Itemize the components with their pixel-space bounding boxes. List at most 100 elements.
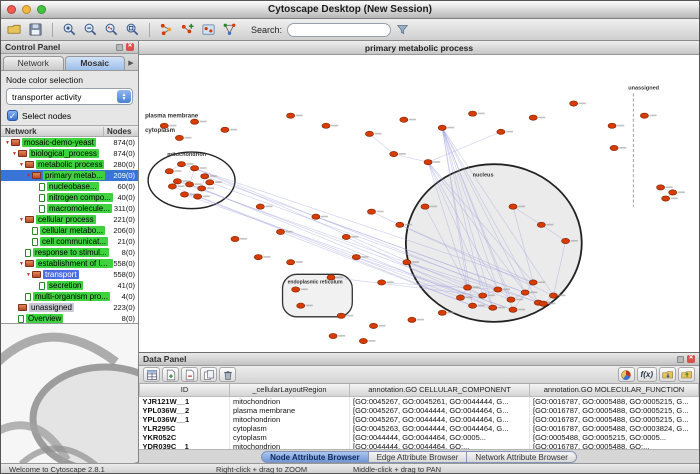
- import-attributes-button[interactable]: [659, 367, 676, 382]
- search-input[interactable]: [287, 23, 391, 37]
- node-color-dropdown[interactable]: transporter activity ▲▼: [6, 88, 133, 105]
- network-node[interactable]: [497, 129, 505, 134]
- network-node[interactable]: [256, 204, 264, 209]
- open-session-button[interactable]: [5, 20, 24, 39]
- network-node[interactable]: [669, 190, 677, 195]
- table-row[interactable]: YLR295Ccytoplasm[GO:0045263, GO:0044444,…: [140, 424, 699, 433]
- network-node[interactable]: [507, 297, 515, 302]
- network-node[interactable]: [456, 295, 464, 300]
- attribute-table-header-row[interactable]: ID _cellularLayoutRegion annotation.GO C…: [140, 384, 699, 396]
- first-neighbors-button[interactable]: [157, 20, 176, 39]
- tree-expander-icon[interactable]: ▼: [18, 217, 25, 223]
- tree-row[interactable]: response to stimul...8(0): [1, 247, 138, 258]
- network-node[interactable]: [562, 238, 570, 243]
- network-node[interactable]: [254, 255, 262, 260]
- network-node[interactable]: [276, 229, 284, 234]
- network-node[interactable]: [369, 323, 377, 328]
- search-options-button[interactable]: [393, 20, 412, 39]
- network-node[interactable]: [390, 151, 398, 156]
- zoom-out-button[interactable]: [81, 20, 100, 39]
- network-node[interactable]: [424, 160, 432, 165]
- network-node[interactable]: [206, 180, 214, 185]
- network-node[interactable]: [287, 113, 295, 118]
- tree-row[interactable]: Overview8(0): [1, 313, 138, 323]
- network-node[interactable]: [365, 131, 373, 136]
- network-node[interactable]: [177, 162, 185, 167]
- network-node[interactable]: [342, 234, 350, 239]
- network-node[interactable]: [367, 209, 375, 214]
- network-node[interactable]: [463, 285, 471, 290]
- tab-network[interactable]: Network: [3, 56, 64, 70]
- tree-row[interactable]: ▼metabolic process280(0): [1, 159, 138, 170]
- tree-expander-icon[interactable]: ▼: [11, 151, 18, 157]
- network-node[interactable]: [231, 236, 239, 241]
- delete-attribute-button[interactable]: [181, 367, 198, 382]
- network-node[interactable]: [180, 192, 188, 197]
- network-node[interactable]: [509, 307, 517, 312]
- tab-edge-attribute-browser[interactable]: Edge Attribute Browser: [369, 451, 468, 463]
- zoom-fit-button[interactable]: [123, 20, 142, 39]
- tree-column-headers[interactable]: Network Nodes: [1, 125, 138, 137]
- select-attributes-button[interactable]: [143, 367, 160, 382]
- close-window-button[interactable]: [7, 5, 16, 14]
- tree-row[interactable]: macromolecule...311(0): [1, 203, 138, 214]
- network-node[interactable]: [421, 204, 429, 209]
- tree-row[interactable]: cell communicat...21(0): [1, 236, 138, 247]
- network-edge[interactable]: [369, 134, 393, 154]
- formula-builder-button[interactable]: f(x): [637, 367, 657, 382]
- network-node[interactable]: [312, 214, 320, 219]
- network-node[interactable]: [337, 313, 345, 318]
- network-node[interactable]: [396, 222, 404, 227]
- network-node[interactable]: [640, 113, 648, 118]
- network-node[interactable]: [521, 290, 529, 295]
- network-node[interactable]: [378, 280, 386, 285]
- network-node[interactable]: [408, 317, 416, 322]
- network-node[interactable]: [529, 280, 537, 285]
- network-node[interactable]: [175, 135, 183, 140]
- network-node[interactable]: [198, 186, 206, 191]
- tree-expander-icon[interactable]: ▼: [18, 162, 25, 168]
- tree-row[interactable]: ▼transport558(0): [1, 269, 138, 280]
- network-node[interactable]: [438, 310, 446, 315]
- tree-expander-icon[interactable]: ▼: [25, 173, 32, 179]
- select-nodes-checkbox[interactable]: ✓: [7, 110, 18, 121]
- network-node[interactable]: [570, 101, 578, 106]
- network-node[interactable]: [469, 111, 477, 116]
- network-node[interactable]: [489, 305, 497, 310]
- duplicate-attribute-button[interactable]: [200, 367, 217, 382]
- export-attributes-button[interactable]: [678, 367, 695, 382]
- tab-scroll-right-button[interactable]: ▶: [126, 57, 136, 70]
- network-node[interactable]: [539, 301, 547, 306]
- tree-row[interactable]: secretion41(0): [1, 280, 138, 291]
- float-panel-icon[interactable]: [116, 44, 123, 51]
- tree-row[interactable]: nitrogen compo...40(0): [1, 192, 138, 203]
- network-node[interactable]: [610, 145, 618, 150]
- network-node[interactable]: [537, 222, 545, 227]
- pie-chart-button[interactable]: [618, 367, 635, 382]
- network-node[interactable]: [469, 303, 477, 308]
- network-node[interactable]: [403, 260, 411, 265]
- zoom-selected-button[interactable]: [102, 20, 121, 39]
- tab-mosaic[interactable]: Mosaic: [65, 56, 126, 70]
- network-node[interactable]: [221, 127, 229, 132]
- float-panel-icon[interactable]: [677, 356, 684, 363]
- column-header-molecular-function[interactable]: annotation.GO MOLECULAR_FUNCTION: [530, 384, 699, 396]
- table-row[interactable]: YDR039C__1mitochondrion[GO:0044444, GO:0…: [140, 442, 699, 451]
- network-node[interactable]: [329, 333, 337, 338]
- window-titlebar[interactable]: Cytoscape Desktop (New Session): [1, 1, 699, 19]
- network-canvas[interactable]: plasma membranecytoplasmmitochondrionnuc…: [139, 55, 699, 352]
- network-node[interactable]: [479, 293, 487, 298]
- tree-row[interactable]: multi-organism pro...4(0): [1, 291, 138, 302]
- close-panel-icon[interactable]: ✕: [687, 355, 695, 363]
- close-panel-icon[interactable]: ✕: [126, 43, 134, 51]
- network-node[interactable]: [494, 287, 502, 292]
- network-node[interactable]: [322, 123, 330, 128]
- tree-row[interactable]: unassigned223(0): [1, 302, 138, 313]
- tree-row[interactable]: nucleobase...60(0): [1, 181, 138, 192]
- table-row[interactable]: YJR121W__1mitochondrion[GO:0045267, GO:0…: [140, 396, 699, 406]
- zoom-in-button[interactable]: [60, 20, 79, 39]
- table-row[interactable]: YKR052Ccytoplasm[GO:0044444, GO:0044464,…: [140, 433, 699, 442]
- tree-row[interactable]: ▼establishment of lo...558(0): [1, 258, 138, 269]
- apply-layout-button[interactable]: [220, 20, 239, 39]
- network-node[interactable]: [529, 115, 537, 120]
